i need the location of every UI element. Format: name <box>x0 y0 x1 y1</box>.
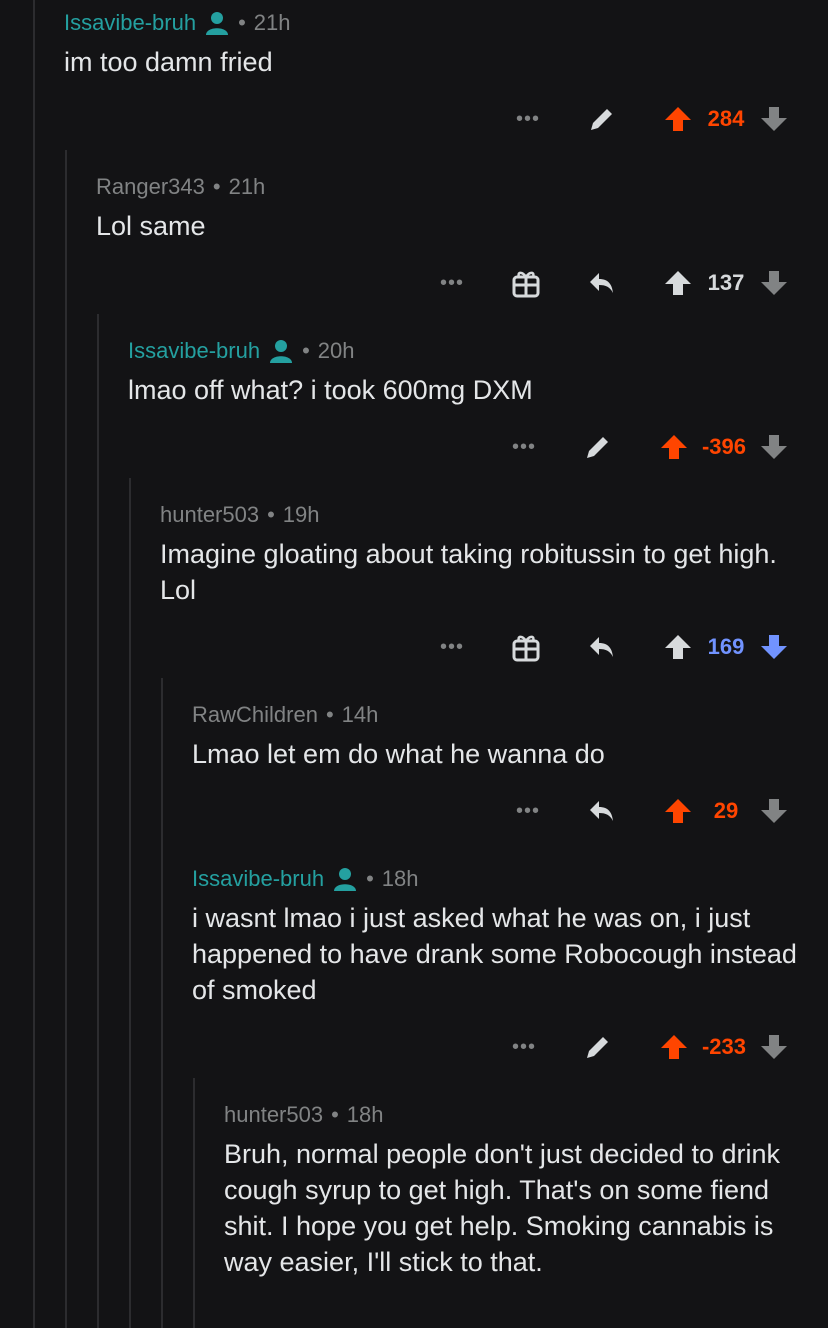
separator-dot: • <box>331 1102 339 1127</box>
more-icon[interactable]: ••• <box>504 1036 544 1059</box>
vote-score: 169 <box>707 634 745 659</box>
more-icon[interactable]: ••• <box>432 272 472 295</box>
comment: RawChildren • 14h Lmao let em do what he… <box>192 700 828 772</box>
downvote-icon[interactable] <box>754 791 794 831</box>
thread-line <box>129 478 131 1328</box>
edit-icon[interactable] <box>578 427 618 467</box>
more-icon[interactable]: ••• <box>508 108 548 131</box>
timestamp: 18h <box>346 1102 384 1127</box>
thread-line <box>97 314 99 1328</box>
comment-meta: Ranger343 • 21h <box>96 172 828 202</box>
comment-actions: ••• 169 <box>432 627 794 667</box>
reply-icon[interactable] <box>582 263 622 303</box>
reply-icon[interactable] <box>582 791 622 831</box>
more-icon[interactable]: ••• <box>508 800 548 823</box>
vote-score: 137 <box>707 270 745 295</box>
timestamp: 20h <box>317 338 355 363</box>
upvote-icon[interactable] <box>658 791 698 831</box>
op-user-icon <box>204 10 230 36</box>
separator-dot: • <box>238 10 246 35</box>
author-name[interactable]: hunter503 <box>160 500 259 530</box>
comment-body: Bruh, normal people don't just decided t… <box>224 1139 780 1277</box>
timestamp: 14h <box>341 702 379 727</box>
comment: Issavibe-bruh • 20h lmao off what? i too… <box>128 336 828 408</box>
author-name[interactable]: Issavibe-bruh <box>64 8 196 38</box>
comment-body: lmao off what? i took 600mg DXM <box>128 375 533 405</box>
comment-meta: RawChildren • 14h <box>192 700 828 730</box>
downvote-icon[interactable] <box>754 263 794 303</box>
separator-dot: • <box>302 338 310 363</box>
edit-icon[interactable] <box>578 1027 618 1067</box>
author-name[interactable]: Issavibe-bruh <box>192 864 324 894</box>
downvote-icon[interactable] <box>754 627 794 667</box>
comment-body: im too damn fried <box>64 47 273 77</box>
more-icon[interactable]: ••• <box>432 636 472 659</box>
vote-score: 284 <box>707 106 745 131</box>
edit-icon[interactable] <box>582 99 622 139</box>
vote-score: -233 <box>701 1034 746 1059</box>
comment-meta: Issavibe-bruh • 20h <box>128 336 828 366</box>
author-name[interactable]: RawChildren <box>192 700 318 730</box>
separator-dot: • <box>366 866 374 891</box>
timestamp: 21h <box>253 10 291 35</box>
comment-body: i wasnt lmao i just asked what he was on… <box>192 903 797 1005</box>
timestamp: 21h <box>228 174 266 199</box>
op-user-icon <box>332 866 358 892</box>
timestamp: 19h <box>282 502 320 527</box>
downvote-icon[interactable] <box>754 427 794 467</box>
comment-body: Lol same <box>96 211 206 241</box>
upvote-icon[interactable] <box>658 99 698 139</box>
thread-line <box>65 150 67 1328</box>
comment-body: Lmao let em do what he wanna do <box>192 739 605 769</box>
thread-line <box>33 0 35 1328</box>
comment-body: Imagine gloating about taking robitussin… <box>160 539 777 605</box>
comment: Issavibe-bruh • 21h im too damn fried <box>64 8 828 80</box>
upvote-icon[interactable] <box>658 263 698 303</box>
thread-line <box>161 678 163 1328</box>
downvote-icon[interactable] <box>754 99 794 139</box>
separator-dot: • <box>212 174 221 199</box>
comment-actions: ••• 29 <box>508 791 794 831</box>
upvote-icon[interactable] <box>658 627 698 667</box>
author-name[interactable]: hunter503 <box>224 1100 323 1130</box>
comment: Ranger343 • 21h Lol same <box>96 172 828 244</box>
comment-meta: Issavibe-bruh • 21h <box>64 8 828 38</box>
gift-icon[interactable] <box>506 263 546 303</box>
comment-actions: ••• -396 <box>504 427 794 467</box>
separator-dot: • <box>325 702 334 727</box>
comment: hunter503 • 19h Imagine gloating about t… <box>160 500 828 608</box>
comment-meta: Issavibe-bruh • 18h <box>192 864 828 894</box>
downvote-icon[interactable] <box>754 1027 794 1067</box>
comment-actions: ••• -233 <box>504 1027 794 1067</box>
thread-line <box>193 1078 195 1328</box>
comment-actions: ••• 284 <box>508 99 794 139</box>
reply-icon[interactable] <box>582 627 622 667</box>
vote-score: -396 <box>701 434 746 459</box>
timestamp: 18h <box>381 866 419 891</box>
comment-actions: ••• 137 <box>432 263 794 303</box>
comment: Issavibe-bruh • 18h i wasnt lmao i just … <box>192 864 828 1008</box>
comment: hunter503 • 18h Bruh, normal people don'… <box>224 1100 828 1280</box>
author-name[interactable]: Issavibe-bruh <box>128 336 260 366</box>
more-icon[interactable]: ••• <box>504 436 544 459</box>
author-name[interactable]: Ranger343 <box>96 172 205 202</box>
op-user-icon <box>268 338 294 364</box>
separator-dot: • <box>267 502 275 527</box>
gift-icon[interactable] <box>506 627 546 667</box>
comment-meta: hunter503 • 19h <box>160 500 828 530</box>
upvote-icon[interactable] <box>654 1027 694 1067</box>
comment-meta: hunter503 • 18h <box>224 1100 828 1130</box>
vote-score: 29 <box>713 798 739 823</box>
upvote-icon[interactable] <box>654 427 694 467</box>
